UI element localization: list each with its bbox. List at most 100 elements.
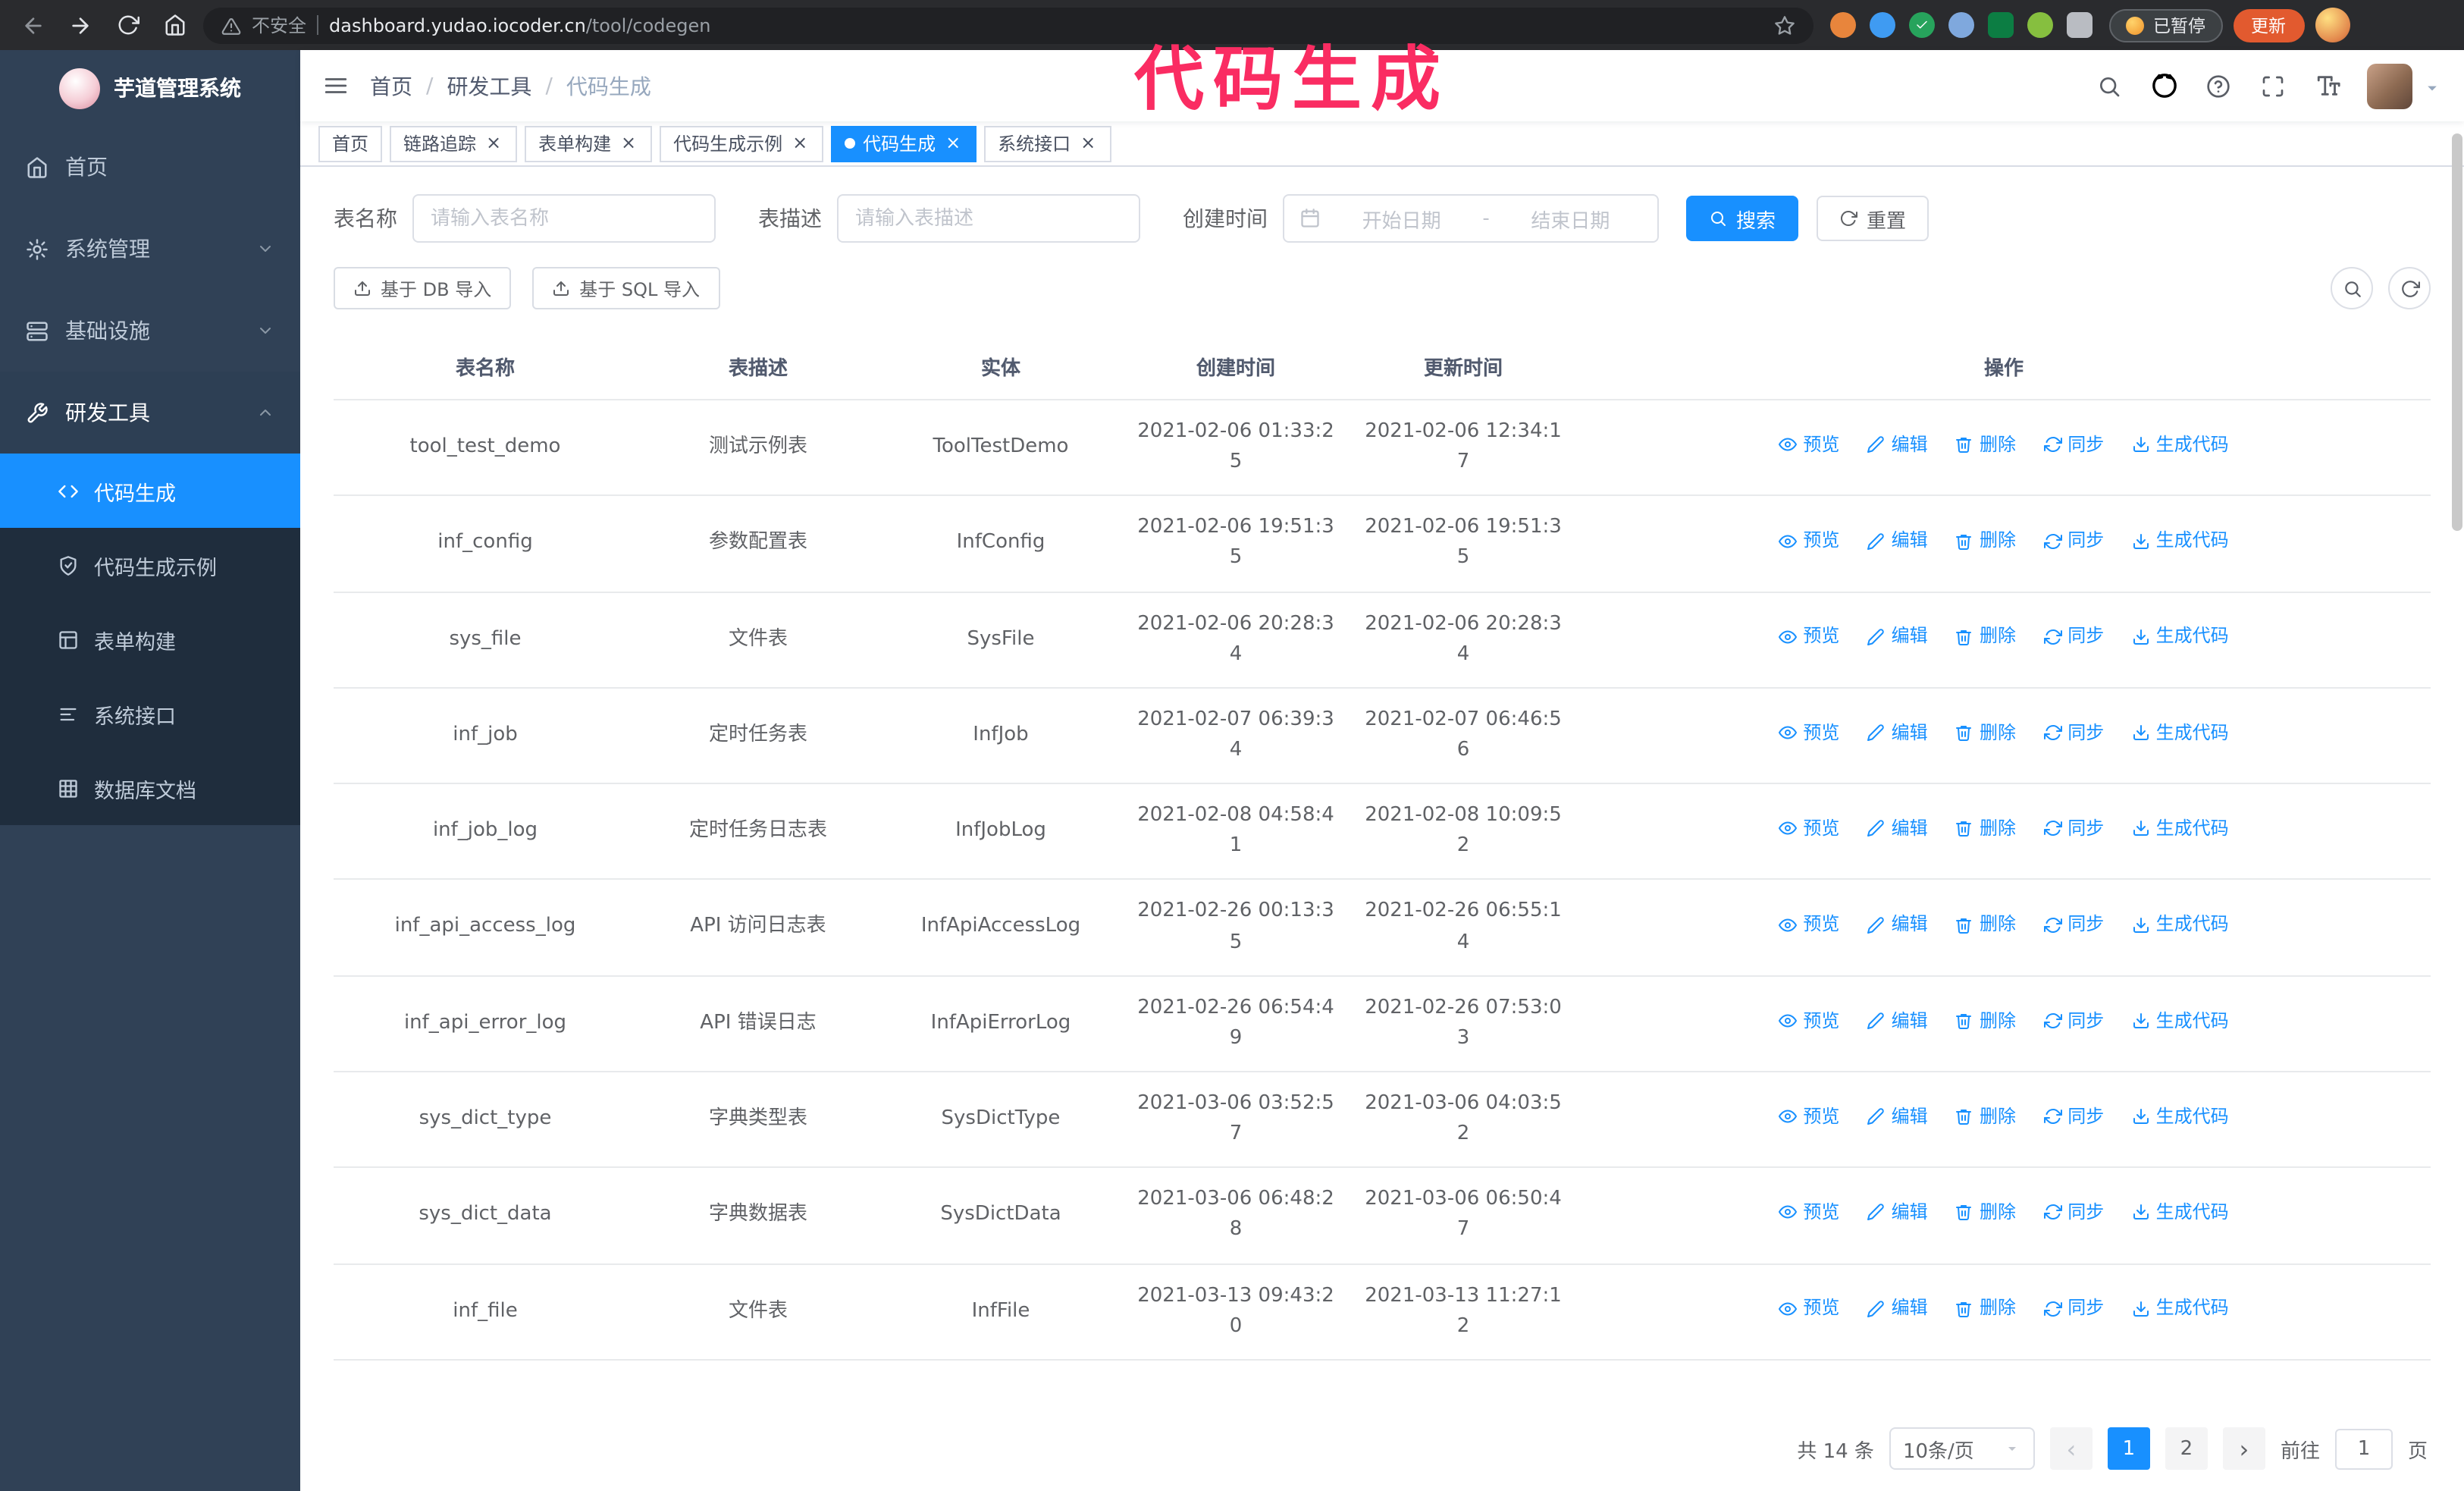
- refresh-table-button[interactable]: [2388, 267, 2431, 309]
- toggle-search-button[interactable]: [2331, 267, 2373, 309]
- browser-extension-icon[interactable]: [1870, 12, 1895, 38]
- import-sql-button[interactable]: 基于 SQL 导入: [532, 267, 719, 309]
- end-date-placeholder[interactable]: 结束日期: [1499, 204, 1642, 233]
- sync-link[interactable]: 同步: [2043, 431, 2104, 459]
- preview-link[interactable]: 预览: [1779, 815, 1839, 843]
- sync-link[interactable]: 同步: [2043, 1295, 2104, 1323]
- sync-link[interactable]: 同步: [2043, 815, 2104, 843]
- preview-link[interactable]: 预览: [1779, 526, 1839, 554]
- delete-link[interactable]: 删除: [1955, 719, 2016, 747]
- generate-code-link[interactable]: 生成代码: [2132, 431, 2229, 459]
- generate-code-link[interactable]: 生成代码: [2132, 623, 2229, 651]
- search-icon[interactable]: [2085, 60, 2133, 111]
- generate-code-link[interactable]: 生成代码: [2132, 1198, 2229, 1226]
- sidebar-item-form-builder[interactable]: 表单构建: [0, 602, 300, 676]
- sync-link[interactable]: 同步: [2043, 623, 2104, 651]
- tab-close-icon[interactable]: ×: [619, 133, 638, 153]
- sidebar-item-codegen-example[interactable]: 代码生成示例: [0, 528, 300, 602]
- generate-code-link[interactable]: 生成代码: [2132, 526, 2229, 554]
- menu-fold-icon[interactable]: [300, 50, 370, 121]
- paused-extension-pill[interactable]: 已暂停: [2109, 8, 2222, 42]
- sidebar-item-system-api[interactable]: 系统接口: [0, 676, 300, 751]
- generate-code-link[interactable]: 生成代码: [2132, 719, 2229, 747]
- delete-link[interactable]: 删除: [1955, 911, 2016, 939]
- preview-link[interactable]: 预览: [1779, 623, 1839, 651]
- address-bar[interactable]: 不安全 dashboard.yudao.iocoder.cn/tool/code…: [203, 7, 1814, 43]
- preview-link[interactable]: 预览: [1779, 1198, 1839, 1226]
- sidebar-item-infrastructure[interactable]: 基础设施: [0, 290, 300, 372]
- edit-link[interactable]: 编辑: [1867, 911, 1928, 939]
- prev-page-button[interactable]: ‹: [2049, 1427, 2093, 1470]
- security-label[interactable]: 不安全: [252, 12, 306, 38]
- tab-close-icon[interactable]: ×: [790, 133, 810, 153]
- page-size-select[interactable]: 10条/页: [1889, 1427, 2035, 1470]
- github-icon[interactable]: [2140, 60, 2188, 111]
- help-icon[interactable]: [2194, 60, 2243, 111]
- browser-extension-icon[interactable]: [2027, 12, 2053, 38]
- sync-link[interactable]: 同步: [2043, 1198, 2104, 1226]
- date-range-picker[interactable]: 开始日期 - 结束日期: [1283, 194, 1659, 243]
- font-size-icon[interactable]: [2303, 60, 2352, 111]
- browser-extension-icon[interactable]: [1909, 12, 1935, 38]
- app-logo[interactable]: 芋道管理系统: [0, 50, 300, 126]
- delete-link[interactable]: 删除: [1955, 1295, 2016, 1323]
- generate-code-link[interactable]: 生成代码: [2132, 1103, 2229, 1131]
- tab-close-icon[interactable]: ×: [943, 133, 963, 153]
- sidebar-item-system-management[interactable]: 系统管理: [0, 208, 300, 290]
- generate-code-link[interactable]: 生成代码: [2132, 1295, 2229, 1323]
- caret-down-icon[interactable]: [2422, 71, 2443, 100]
- delete-link[interactable]: 删除: [1955, 1103, 2016, 1131]
- preview-link[interactable]: 预览: [1779, 431, 1839, 459]
- search-button[interactable]: 搜索: [1686, 196, 1799, 241]
- breadcrumb-dev-tools[interactable]: 研发工具: [447, 71, 531, 101]
- chrome-update-button[interactable]: 更新: [2233, 8, 2304, 42]
- preview-link[interactable]: 预览: [1779, 1295, 1839, 1323]
- preview-link[interactable]: 预览: [1779, 719, 1839, 747]
- edit-link[interactable]: 编辑: [1867, 815, 1928, 843]
- tab-system-api[interactable]: 系统接口 ×: [984, 125, 1112, 162]
- browser-home-icon[interactable]: [156, 7, 193, 43]
- back-icon[interactable]: [15, 7, 52, 43]
- tab-form-builder[interactable]: 表单构建 ×: [525, 125, 653, 162]
- sidebar-item-dev-tools[interactable]: 研发工具: [0, 372, 300, 454]
- generate-code-link[interactable]: 生成代码: [2132, 815, 2229, 843]
- forward-icon[interactable]: [62, 7, 99, 43]
- browser-extension-icon[interactable]: [1830, 12, 1856, 38]
- preview-link[interactable]: 预览: [1779, 911, 1839, 939]
- table-name-input[interactable]: [412, 194, 716, 243]
- breadcrumb-home[interactable]: 首页: [370, 71, 412, 101]
- sync-link[interactable]: 同步: [2043, 911, 2104, 939]
- browser-extension-icon[interactable]: [2067, 12, 2093, 38]
- sidebar-item-codegen[interactable]: 代码生成: [0, 454, 300, 528]
- delete-link[interactable]: 删除: [1955, 431, 2016, 459]
- sync-link[interactable]: 同步: [2043, 1103, 2104, 1131]
- tab-close-icon[interactable]: ×: [484, 133, 503, 153]
- browser-profile-avatar[interactable]: [2315, 8, 2350, 42]
- edit-link[interactable]: 编辑: [1867, 431, 1928, 459]
- start-date-placeholder[interactable]: 开始日期: [1330, 204, 1473, 233]
- sidebar-item-home[interactable]: 首页: [0, 126, 300, 208]
- browser-extension-icon[interactable]: [1988, 12, 2014, 38]
- delete-link[interactable]: 删除: [1955, 623, 2016, 651]
- edit-link[interactable]: 编辑: [1867, 719, 1928, 747]
- preview-link[interactable]: 预览: [1779, 1006, 1839, 1034]
- edit-link[interactable]: 编辑: [1867, 1006, 1928, 1034]
- table-desc-input[interactable]: [837, 194, 1140, 243]
- generate-code-link[interactable]: 生成代码: [2132, 911, 2229, 939]
- sync-link[interactable]: 同步: [2043, 719, 2104, 747]
- sync-link[interactable]: 同步: [2043, 1006, 2104, 1034]
- bookmark-star-icon[interactable]: [1774, 14, 1795, 36]
- tab-close-icon[interactable]: ×: [1078, 133, 1098, 153]
- sidebar-item-db-doc[interactable]: 数据库文档: [0, 751, 300, 825]
- edit-link[interactable]: 编辑: [1867, 1198, 1928, 1226]
- delete-link[interactable]: 删除: [1955, 526, 2016, 554]
- edit-link[interactable]: 编辑: [1867, 526, 1928, 554]
- scrollbar-thumb[interactable]: [2452, 133, 2462, 531]
- next-page-button[interactable]: ›: [2222, 1427, 2265, 1470]
- tab-trace[interactable]: 链路追踪 ×: [390, 125, 518, 162]
- browser-extension-icon[interactable]: [1948, 12, 1974, 38]
- tab-home[interactable]: 首页: [318, 125, 383, 162]
- tab-codegen[interactable]: 代码生成 ×: [831, 125, 977, 162]
- edit-link[interactable]: 编辑: [1867, 623, 1928, 651]
- page-1-button[interactable]: 1: [2107, 1427, 2150, 1470]
